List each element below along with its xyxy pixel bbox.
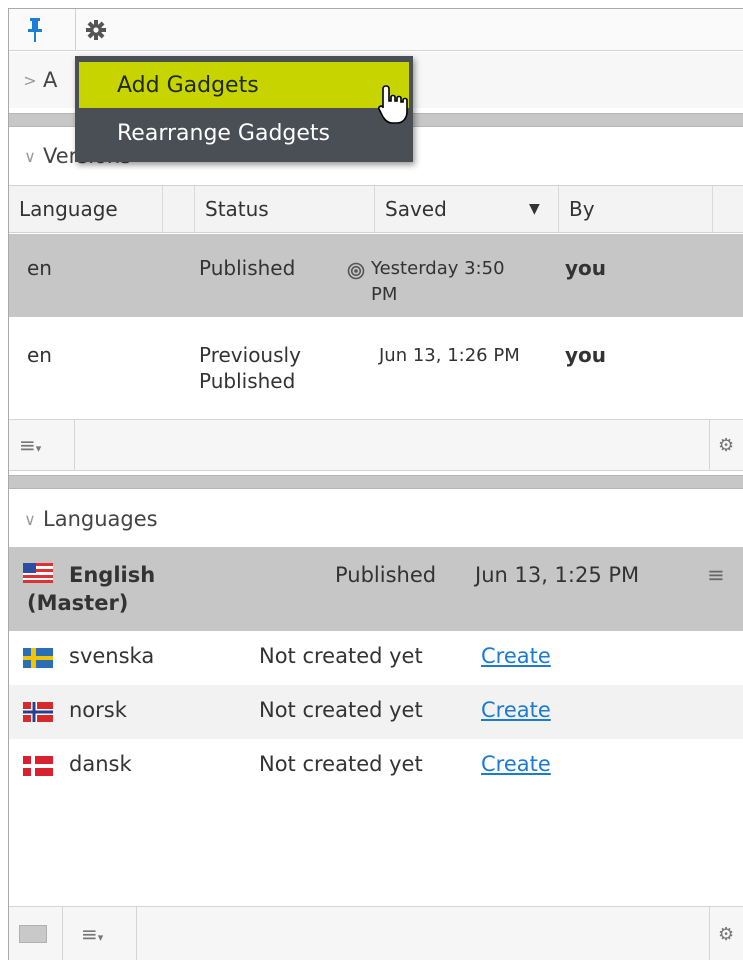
column-by[interactable]: By [559,186,713,232]
version-saved-line2: PM [371,284,398,305]
primary-version-icon [347,262,365,280]
language-status: Not created yet [259,644,423,668]
language-row-master[interactable]: English (Master) Published Jun 13, 1:25 … [9,547,743,631]
languages-header[interactable]: ∨ Languages [9,491,743,547]
column-language[interactable]: Language [9,186,163,232]
create-link[interactable]: Create [481,698,551,722]
gear-icon: ⚙ [718,434,735,456]
language-status: Not created yet [259,698,423,722]
version-language: en [27,256,52,280]
gadget-pane: > A ∨ Versions Language Status Saved ▼ B… [8,8,743,960]
versions-table-header: Language Status Saved ▼ By [9,185,743,233]
column-resizer[interactable] [163,186,195,232]
language-name: norsk [69,698,127,722]
sort-desc-icon: ▼ [529,201,540,217]
list-menu-button[interactable]: ≡▾ [19,420,75,470]
version-row[interactable]: en Previously Published Jun 13, 1:26 PM … [9,317,743,407]
create-link[interactable]: Create [481,644,551,668]
gear-icon: ⚙ [718,923,735,945]
version-language: en [27,343,52,367]
hand-cursor-icon [378,85,408,124]
expand-icon [19,925,47,943]
menu-item-label: Rearrange Gadgets [117,120,331,146]
language-row[interactable]: svenska Not created yet Create [9,631,743,685]
create-link[interactable]: Create [481,752,551,776]
languages-title: Languages [43,507,158,531]
versions-footer: ≡▾ ⚙ [9,419,743,471]
language-name: English [69,563,156,587]
versions-settings-button[interactable]: ⚙ [709,420,743,470]
chevron-down-icon: ∨ [24,509,36,529]
list-menu-icon: ≡▾ [19,433,42,457]
expand-button[interactable] [19,907,63,960]
language-status: Published [335,563,437,587]
column-status[interactable]: Status [195,186,375,232]
languages-footer: ≡▾ ⚙ [9,906,743,960]
language-date: Jun 13, 1:25 PM [475,563,640,587]
no-flag-icon [23,702,53,722]
pin-button[interactable] [19,9,51,51]
settings-dropdown-menu: Add Gadgets Rearrange Gadgets [75,56,413,162]
chevron-down-icon: ∨ [24,146,36,166]
menu-item-label: Add Gadgets [117,72,259,98]
pin-icon [28,18,42,42]
list-menu-icon: ≡▾ [81,922,104,946]
language-row[interactable]: norsk Not created yet Create [9,685,743,739]
version-status: Published [199,256,296,280]
version-status-line2: Published [199,369,296,393]
se-flag-icon [23,648,53,668]
collapsed-gadget-title: A [43,68,58,92]
column-saved[interactable]: Saved ▼ [375,186,559,232]
menu-item-add-gadgets[interactable]: Add Gadgets [79,62,409,108]
pane-toolbar [9,9,743,51]
chevron-right-icon: > [23,70,37,90]
language-name-line2: (Master) [27,591,129,615]
language-name: svenska [69,644,155,668]
version-saved: Yesterday 3:50 [371,258,505,279]
version-row[interactable]: en Published Yesterday 3:50 PM you [9,234,743,317]
menu-item-rearrange-gadgets[interactable]: Rearrange Gadgets [79,110,409,156]
row-menu-icon[interactable]: ≡ [707,563,725,587]
gadget-splitter[interactable] [9,475,743,489]
version-saved: Jun 13, 1:26 PM [379,345,520,366]
version-by: you [565,256,607,280]
dk-flag-icon [23,756,53,776]
settings-button[interactable] [75,9,115,51]
language-name: dansk [69,752,132,776]
us-flag-icon [23,563,53,583]
version-by: you [565,343,607,367]
version-status: Previously [199,343,301,367]
language-row[interactable]: dansk Not created yet Create [9,739,743,793]
gear-icon [85,20,106,40]
languages-settings-button[interactable]: ⚙ [709,907,743,960]
language-status: Not created yet [259,752,423,776]
list-menu-button[interactable]: ≡▾ [81,907,137,960]
